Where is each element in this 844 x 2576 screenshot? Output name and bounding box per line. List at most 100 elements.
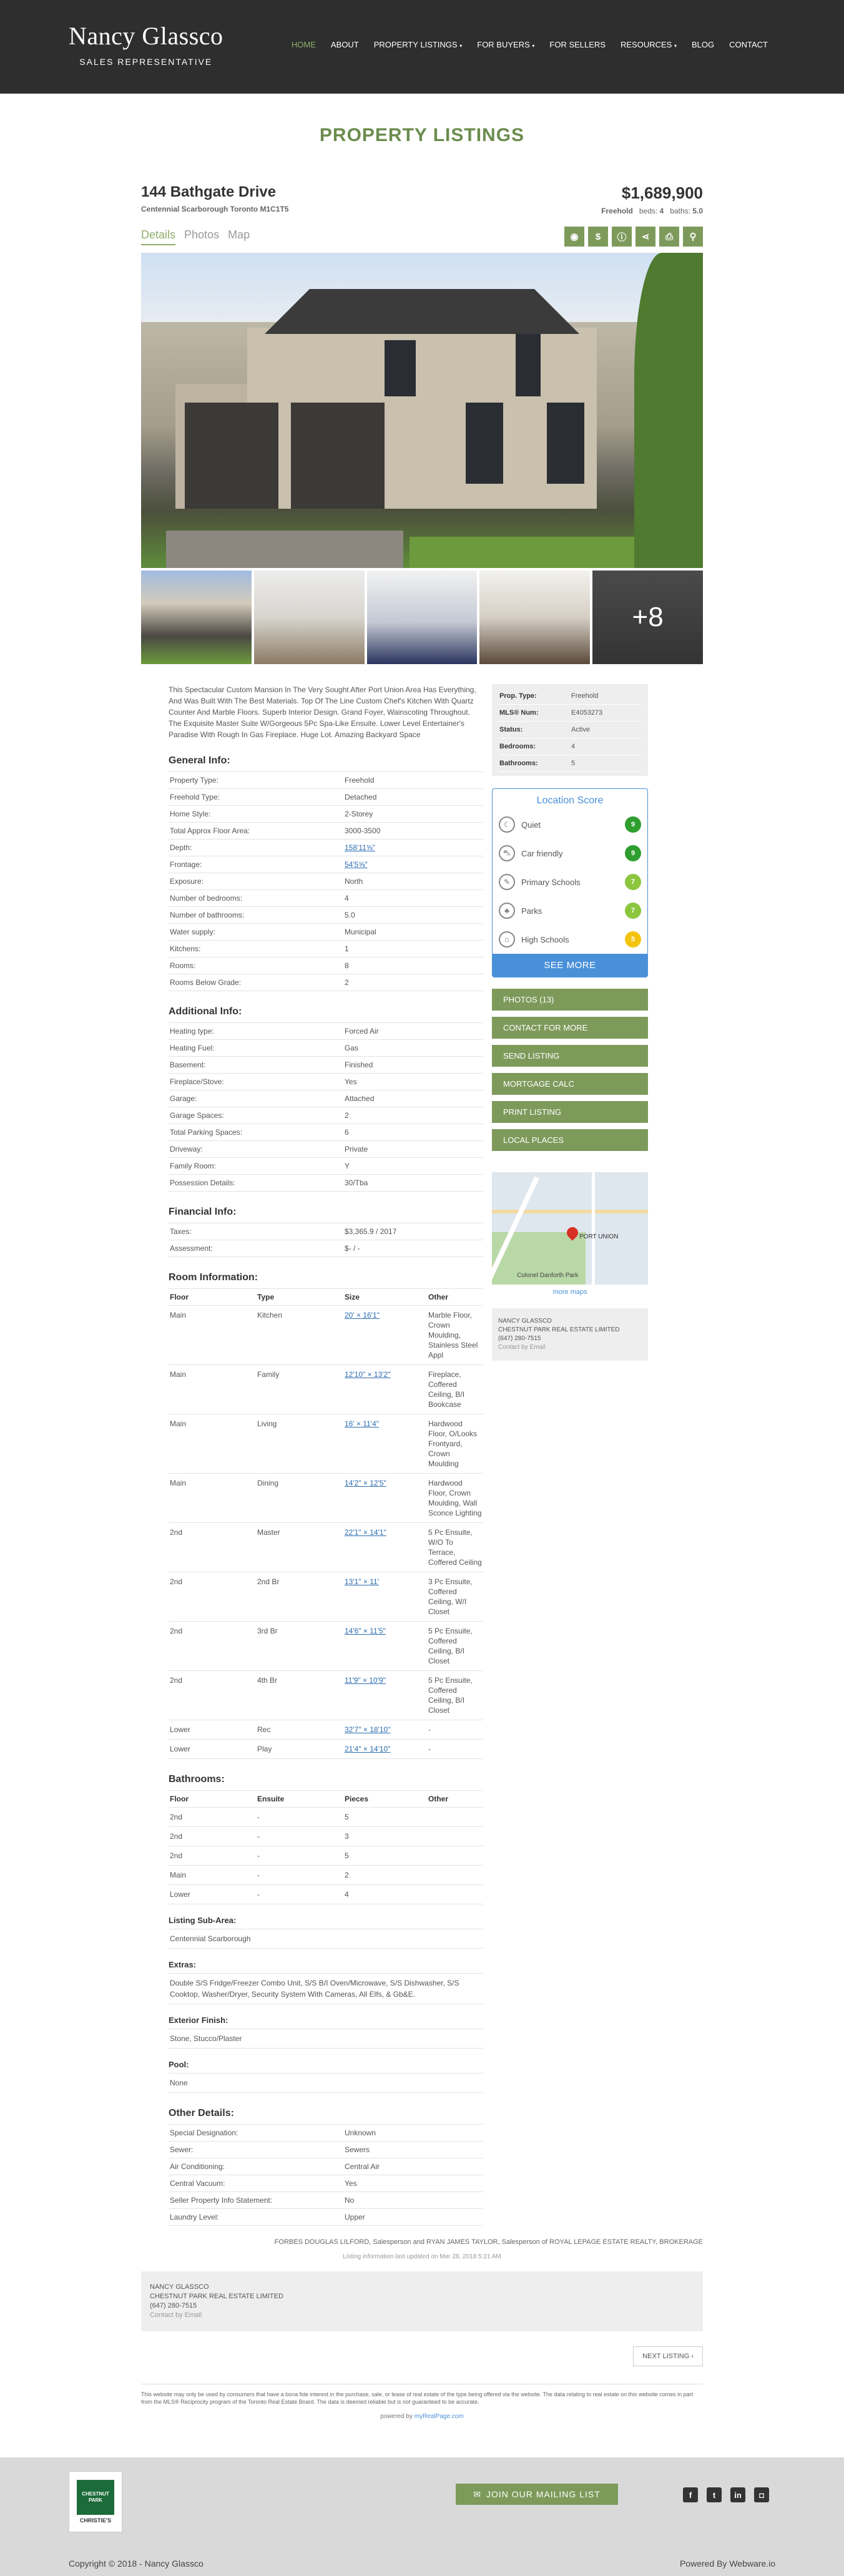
financial-info-heading: Financial Info: [169,1207,237,1217]
cell-other: 5 Pc Ensuite, Coffered Ceiling, B/I Clos… [427,1670,483,1720]
location-score-row[interactable]: ♣ Parks 7 [493,896,647,925]
share-icon[interactable]: ⋖ [635,227,655,247]
nav-blog[interactable]: BLOG [684,40,722,49]
room-size-link[interactable]: 16' × 11'4" [345,1419,379,1428]
location-score-row[interactable]: ✎ Primary Schools 7 [493,868,647,896]
room-size-link[interactable]: 32'7" × 18'10" [345,1725,391,1734]
see-more-button[interactable]: SEE MORE [493,954,647,977]
info-label: Property Type: [169,771,343,789]
photo-window [466,403,503,484]
info-row: Number of bathrooms: 5.0 [169,906,483,924]
agent-name: NANCY GLASSCO [150,2283,209,2291]
info-row: Seller Property Info Statement: No [169,2192,483,2209]
contact-email-link[interactable]: Contact by Email [498,1343,642,1352]
mailing-list-button[interactable]: ✉ JOIN OUR MAILING LIST [456,2484,618,2505]
tab-details[interactable]: Details [141,228,176,245]
listing-summary: Freehold beds: 4 baths: 5.0 [601,207,703,215]
nav-resources[interactable]: RESOURCES ▾ [613,40,684,49]
listing-container: 144 Bathgate Drive Centennial Scarboroug… [141,184,703,2420]
cell-type: Rec [256,1720,343,1740]
print-icon[interactable]: ⎙ [659,227,679,247]
cell-size: 16' × 11'4" [343,1414,427,1474]
nav-property-listings[interactable]: PROPERTY LISTINGS ▾ [366,40,470,49]
agent-phone: (647) 280-7515 [498,1335,541,1342]
powered-by-link[interactable]: myRealPage.com [415,2413,464,2420]
room-size-link[interactable]: 13'1" × 11' [345,1577,379,1586]
last-updated: Listing information last updated on Mar … [343,2253,501,2260]
facebook-icon[interactable]: f [683,2487,698,2502]
location-score-row[interactable]: ⌂ High Schools 5 [493,925,647,954]
details-sidebar: Prop. Type: Freehold MLS® Num: E4053273 Stat… [492,684,648,2226]
photo-thumbnail[interactable] [141,571,252,664]
next-listing-button[interactable]: NEXT LISTING › [633,2346,703,2366]
photos-button[interactable]: PHOTOS (13) [492,989,648,1011]
nav-about[interactable]: ABOUT [323,40,366,49]
brokerage-logo-mark: CHESTNUT PARK [77,2480,114,2515]
photo-thumbnail-more[interactable]: +8 [592,571,703,664]
info-icon[interactable]: ⓘ [612,227,632,247]
pool-heading: Pool: [169,2060,189,2069]
map-pin-icon[interactable]: ⚲ [683,227,703,247]
brokerage-logo[interactable]: CHESTNUT PARK CHRISTIE'S [69,2471,122,2532]
camera-icon[interactable]: ◉ [564,227,584,247]
photo-thumbnail[interactable] [366,571,478,664]
print-listing-button[interactable]: PRINT LISTING [492,1101,648,1123]
info-value: Forced Air [343,1022,483,1040]
cell-size: 4 [343,1884,427,1904]
nav-for-buyers[interactable]: FOR BUYERS ▾ [469,40,542,49]
room-size-link[interactable]: 20' × 16'1" [345,1311,380,1320]
quiet-icon: ☾ [499,816,515,833]
bathrooms-heading: Bathrooms: [169,1774,225,1785]
local-places-button[interactable]: LOCAL PLACES [492,1129,648,1151]
table-row: Main Dining 14'2" × 12'5" Hardwood Floor, C… [169,1473,483,1523]
info-label: Depth: [169,839,343,856]
room-size-link[interactable]: 14'2" × 12'5" [345,1479,386,1487]
col-floor: Floor [169,1288,256,1306]
cell-type: - [256,1826,343,1846]
more-maps-link[interactable]: more maps [492,1288,648,1296]
contact-for-more-button[interactable]: CONTACT FOR MORE [492,1017,648,1039]
contact-email-link[interactable]: Contact by Email [150,2311,694,2320]
room-size-link[interactable]: 22'1" × 14'1" [345,1528,386,1537]
cell-type: Master [256,1522,343,1572]
info-label: Rooms Below Grade: [169,974,343,991]
dollar-icon[interactable]: $ [588,227,608,247]
info-row: Heating type: Forced Air [169,1022,483,1040]
photo-thumbnail[interactable] [253,571,365,664]
cell-type: Kitchen [256,1305,343,1365]
table-row: 2nd 2nd Br 13'1" × 11' 3 Pc Ensuite, Coffer… [169,1572,483,1622]
table-row: Lower -4 [169,1884,483,1904]
twitter-icon[interactable]: t [707,2487,722,2502]
location-map[interactable]: PORT UNION Colonel Danforth Park [492,1172,648,1285]
nav-home[interactable]: HOME [284,40,323,49]
send-listing-button[interactable]: SEND LISTING [492,1045,648,1067]
room-size-link[interactable]: 11'9" × 10'9" [345,1676,386,1685]
linkedin-icon[interactable]: in [730,2487,745,2502]
info-value: 1 [343,940,483,957]
cell-size: 20' × 16'1" [343,1305,427,1365]
info-row: Rooms Below Grade: 2 [169,974,483,991]
measurement-link[interactable]: 158'11⅝" [345,843,375,852]
brand-logo[interactable]: Nancy Glassco SALES REPRESENTATIVE [69,21,223,67]
instagram-icon[interactable]: ◘ [754,2487,769,2502]
col-size: Size [343,1288,427,1306]
room-size-link[interactable]: 14'6" × 11'5" [345,1627,386,1635]
exterior-value: Stone, Stucco/Plaster [169,2029,483,2049]
tab-map[interactable]: Map [228,228,250,245]
table-row: 2nd -5 [169,1846,483,1866]
measurement-link[interactable]: 54'5⅝" [345,860,368,869]
tabs-row: Details Photos Map ◉ $ ⓘ ⋖ ⎙ ⚲ [141,227,703,247]
col-floor: Floor [169,1790,256,1808]
info-row: Freehold Type: Detached [169,788,483,806]
mortgage-calc-button[interactable]: MORTGAGE CALC [492,1073,648,1095]
room-size-link[interactable]: 21'4" × 14'10" [345,1745,391,1753]
tab-photos[interactable]: Photos [184,228,219,245]
main-photo[interactable] [141,253,703,568]
location-score-row[interactable]: ☾ Quiet 9 [493,810,647,839]
nav-contact[interactable]: CONTACT [722,40,775,49]
nav-for-sellers[interactable]: FOR SELLERS [542,40,613,49]
photo-thumbnail[interactable] [479,571,591,664]
baths-value: 5.0 [692,207,703,215]
room-size-link[interactable]: 12'10" × 13'2" [345,1370,391,1379]
location-score-row[interactable]: ⛍ Car friendly 9 [493,839,647,868]
